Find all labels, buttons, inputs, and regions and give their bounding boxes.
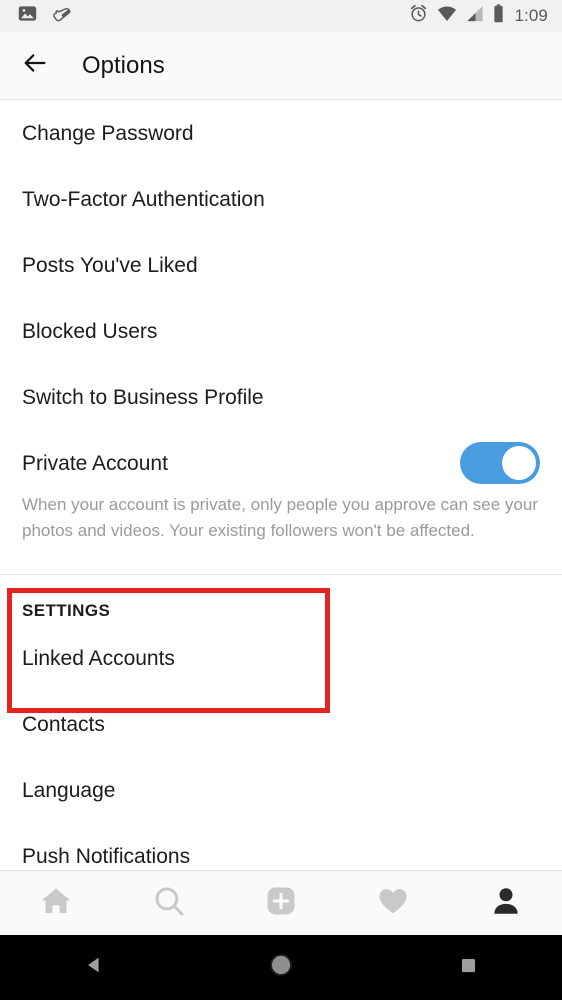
list-item-label: Linked Accounts — [22, 646, 175, 670]
status-bar-clock: 1:09 — [514, 6, 548, 25]
app-header: Options — [0, 32, 562, 100]
wifi-icon — [437, 5, 457, 27]
list-item-label: Change Password — [22, 121, 194, 145]
bottom-navigation-bar — [0, 870, 562, 935]
shoe-icon — [51, 4, 73, 29]
android-navigation-bar — [0, 935, 562, 1000]
options-list[interactable]: Change Password Two-Factor Authenticatio… — [0, 100, 562, 870]
list-item-label: Language — [22, 778, 116, 802]
list-item-label: Two-Factor Authentication — [22, 187, 265, 211]
photo-icon — [18, 4, 37, 28]
add-post-icon — [264, 884, 298, 923]
bottom-nav-add-post[interactable] — [225, 871, 337, 935]
android-recents-button[interactable] — [375, 935, 562, 1000]
settings-section-label: SETTINGS — [22, 601, 111, 620]
list-item-change-password[interactable]: Change Password — [0, 100, 562, 166]
list-item-label: Contacts — [22, 712, 105, 736]
page-title: Options — [82, 51, 165, 79]
bottom-nav-profile[interactable] — [450, 871, 562, 935]
list-item-contacts[interactable]: Contacts — [0, 691, 562, 757]
list-item-language[interactable]: Language — [0, 757, 562, 823]
list-item-blocked-users[interactable]: Blocked Users — [0, 298, 562, 364]
bottom-nav-activity[interactable] — [337, 871, 449, 935]
back-button[interactable] — [8, 39, 62, 93]
cellular-signal-icon — [466, 5, 484, 27]
home-icon — [39, 884, 73, 923]
phone-screen: 1:09 Options Change Password Two-Factor … — [0, 0, 562, 1000]
settings-section-header: SETTINGS — [0, 575, 562, 625]
search-icon — [152, 884, 186, 923]
list-item-label: Posts You've Liked — [22, 253, 198, 277]
list-item-switch-to-business-profile[interactable]: Switch to Business Profile — [0, 364, 562, 430]
back-arrow-icon — [21, 49, 49, 82]
bottom-nav-home[interactable] — [0, 871, 112, 935]
android-recents-icon — [458, 955, 479, 981]
android-home-button[interactable] — [187, 935, 374, 1000]
status-bar-right-icons: 1:09 — [409, 4, 549, 28]
list-item-label: Blocked Users — [22, 319, 158, 343]
list-item-label: Switch to Business Profile — [22, 385, 264, 409]
status-bar: 1:09 — [0, 0, 562, 32]
status-bar-left-icons — [18, 4, 73, 29]
toggle-knob — [502, 446, 536, 480]
list-item-two-factor-authentication[interactable]: Two-Factor Authentication — [0, 166, 562, 232]
alarm-icon — [409, 4, 428, 28]
private-account-description: When your account is private, only peopl… — [22, 495, 538, 540]
android-back-icon — [83, 954, 105, 981]
profile-icon — [489, 884, 523, 923]
android-home-icon — [268, 952, 294, 983]
private-account-label: Private Account — [22, 451, 168, 475]
list-item-push-notifications[interactable]: Push Notifications — [0, 823, 562, 870]
list-item-private-account[interactable]: Private Account — [0, 430, 562, 496]
private-account-toggle[interactable] — [460, 442, 540, 484]
list-item-linked-accounts[interactable]: Linked Accounts — [0, 625, 562, 691]
activity-heart-icon — [376, 884, 410, 923]
list-item-posts-youve-liked[interactable]: Posts You've Liked — [0, 232, 562, 298]
battery-icon — [493, 4, 504, 28]
android-back-button[interactable] — [0, 935, 187, 1000]
list-item-label: Push Notifications — [22, 844, 191, 868]
bottom-nav-search[interactable] — [112, 871, 224, 935]
